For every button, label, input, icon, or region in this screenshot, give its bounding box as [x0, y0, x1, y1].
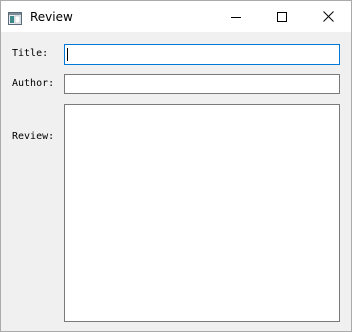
close-button[interactable]	[305, 1, 351, 32]
review-textarea[interactable]	[64, 104, 340, 322]
maximize-icon	[277, 11, 287, 22]
author-label: Author:	[12, 78, 55, 89]
window-title: Review	[30, 10, 73, 24]
author-input[interactable]	[64, 74, 340, 94]
text-caret	[67, 48, 68, 61]
title-label: Title:	[12, 48, 49, 59]
title-input[interactable]	[64, 44, 340, 65]
minimize-icon	[231, 12, 241, 22]
app-window-icon	[8, 10, 22, 25]
close-icon	[322, 11, 334, 22]
minimize-button[interactable]	[213, 1, 259, 32]
review-window: Review Title: Author: Review:	[0, 0, 352, 332]
review-label: Review:	[12, 131, 55, 142]
title-bar[interactable]: Review	[1, 1, 351, 32]
maximize-button[interactable]	[259, 1, 305, 32]
